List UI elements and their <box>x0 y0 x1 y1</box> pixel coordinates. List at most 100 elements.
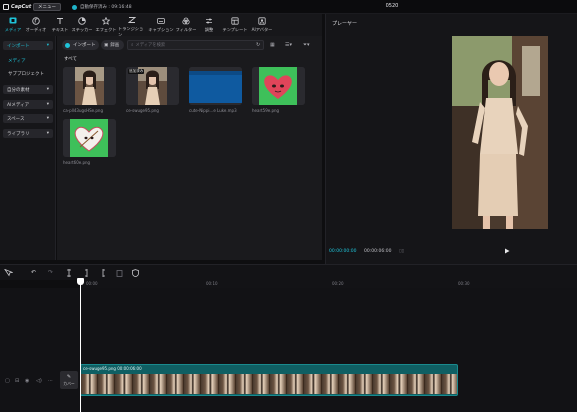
tool-audio[interactable]: オーディオ <box>24 16 48 35</box>
nav-spaces-label: スペース <box>7 116 25 122</box>
media-item[interactable] <box>63 67 116 105</box>
top-toolbar: メディア オーディオ テキスト ステッカー エフェクト トランジション キャプシ… <box>0 14 322 37</box>
record-icon: ▣ <box>104 42 109 48</box>
clip-frame <box>132 374 150 394</box>
mute-icon[interactable]: ◁) <box>36 378 42 384</box>
time-total: 00:00:06:00 <box>364 249 392 254</box>
caption-icon <box>157 16 166 25</box>
tool-filter[interactable]: フィルター <box>175 16 197 35</box>
capcut-logo-icon <box>3 4 9 10</box>
track-thumbnail-toggle-icon[interactable]: ▢ <box>5 378 10 384</box>
clip-frame <box>218 374 236 394</box>
clip-label: ce-swuge95.png 00:00:06:00 <box>83 366 142 371</box>
record-label: 録画 <box>110 43 120 48</box>
tool-text[interactable]: テキスト <box>50 16 70 35</box>
select-cursor-icon[interactable] <box>4 269 13 277</box>
transition-icon <box>128 16 137 24</box>
undo-icon[interactable]: ↶ <box>31 269 36 276</box>
import-icon <box>65 42 70 48</box>
tool-sticker[interactable]: ステッカー <box>71 16 93 35</box>
clip-frame <box>98 374 116 394</box>
clip-frame <box>81 374 99 394</box>
timecode-toggle-icon[interactable]: ▯▯ <box>399 249 404 254</box>
record-button[interactable]: ▣ 録画 <box>101 40 124 50</box>
tool-ai-avatar[interactable]: AIアバター <box>250 16 274 35</box>
tool-label: ステッカー <box>71 26 93 32</box>
nav-media[interactable]: メディア <box>8 58 26 64</box>
more-icon[interactable]: ⋯ <box>48 378 53 384</box>
tool-caption[interactable]: キャプション <box>148 16 174 35</box>
ruler-tick-label: 00:00 <box>86 281 98 286</box>
timeline-ruler[interactable]: 00:00 00:10 00:20 00:30 <box>80 280 577 288</box>
media-item[interactable] <box>252 67 305 105</box>
media-item[interactable] <box>63 119 116 157</box>
chevron-down-icon: ▾ <box>46 102 49 107</box>
chevron-down-icon: ▾ <box>46 116 49 121</box>
clip-frame <box>373 374 391 394</box>
autosave-text: 自動保存済み : 09:16:48 <box>80 5 132 10</box>
redo-icon[interactable]: ↷ <box>48 269 53 276</box>
filter-funnel-icon[interactable]: ⏷▾ <box>303 40 310 50</box>
tool-label: AIアバター <box>251 26 273 32</box>
clip-frame <box>270 374 288 394</box>
heart-cupid-thumbnail <box>63 119 116 157</box>
import-button[interactable]: インポート <box>62 40 99 50</box>
ruler-tick-label: 00:20 <box>332 281 344 286</box>
delete-icon[interactable] <box>116 269 123 277</box>
media-item[interactable]: 追加済み <box>126 67 179 105</box>
track-header: ▢ ⊟ ◉ ◁) ⋯ ✎ カバー <box>0 365 80 395</box>
ai-avatar-icon <box>258 16 267 25</box>
project-title[interactable]: 0520 <box>380 3 404 11</box>
nav-spaces[interactable]: スペース ▾ <box>3 114 53 123</box>
clip-frame <box>441 374 457 394</box>
split-left-icon[interactable] <box>84 269 90 277</box>
nav-ai-media[interactable]: AIメディア ▾ <box>3 100 53 109</box>
clip-frame <box>304 374 322 394</box>
tool-transition[interactable]: トランジション <box>118 16 146 37</box>
nav-subproject[interactable]: サブプロジェクト <box>8 71 44 77</box>
chevron-down-icon: ▾ <box>46 43 49 48</box>
grid-view-icon[interactable]: ▦ <box>270 40 275 50</box>
tool-effects[interactable]: エフェクト <box>95 16 117 35</box>
play-icon[interactable] <box>504 248 510 254</box>
tool-template[interactable]: テンプレート <box>222 16 248 35</box>
clip-frame <box>321 374 339 394</box>
nav-import[interactable]: インポート ▾ <box>3 41 53 50</box>
text-icon <box>56 16 65 25</box>
tool-label: メディア <box>4 26 22 32</box>
nav-own-material[interactable]: 自分の素材 ▾ <box>3 85 53 94</box>
tool-label: フィルター <box>175 26 197 32</box>
cover-label: カバー <box>63 380 75 386</box>
video-clip[interactable]: ce-swuge95.png 00:00:06:00 <box>80 364 458 396</box>
sort-icon[interactable]: ☰▾ <box>285 40 292 50</box>
tool-label: 調整 <box>204 26 214 32</box>
playhead-line[interactable] <box>80 278 81 412</box>
tool-media[interactable]: メディア <box>4 16 22 35</box>
lock-icon[interactable]: ⊟ <box>15 378 19 384</box>
eye-icon[interactable]: ◉ <box>25 378 29 384</box>
clip-frame <box>115 374 133 394</box>
clip-frame <box>338 374 356 394</box>
effects-icon <box>102 16 111 25</box>
media-item[interactable] <box>189 67 242 105</box>
search-refresh-icon[interactable]: ↻ <box>256 40 260 50</box>
shield-icon[interactable] <box>132 269 139 277</box>
filter-icon <box>182 16 191 25</box>
media-search-input[interactable]: ⌕ メディアを検索 <box>127 40 264 50</box>
playhead-handle[interactable] <box>77 278 84 285</box>
video-preview[interactable] <box>452 36 548 229</box>
clip-frame <box>252 374 271 394</box>
clip-frame <box>407 374 425 394</box>
ruler-tick-label: 00:10 <box>206 281 218 286</box>
cover-button[interactable]: ✎ カバー <box>60 371 78 389</box>
menu-button[interactable]: メニュー <box>33 3 61 11</box>
split-right-icon[interactable] <box>100 269 106 277</box>
heart-image-thumbnail <box>252 67 305 105</box>
split-icon[interactable] <box>66 269 72 277</box>
app-logo: CapCut <box>3 3 31 11</box>
nav-library[interactable]: ライブラリ ▾ <box>3 129 53 138</box>
clip-frame <box>424 374 442 394</box>
nav-own-material-label: 自分の素材 <box>7 87 30 93</box>
tool-adjust[interactable]: 調整 <box>199 16 219 35</box>
media-item-name: cute-Nippi...e Luke.mp3 <box>189 108 237 113</box>
